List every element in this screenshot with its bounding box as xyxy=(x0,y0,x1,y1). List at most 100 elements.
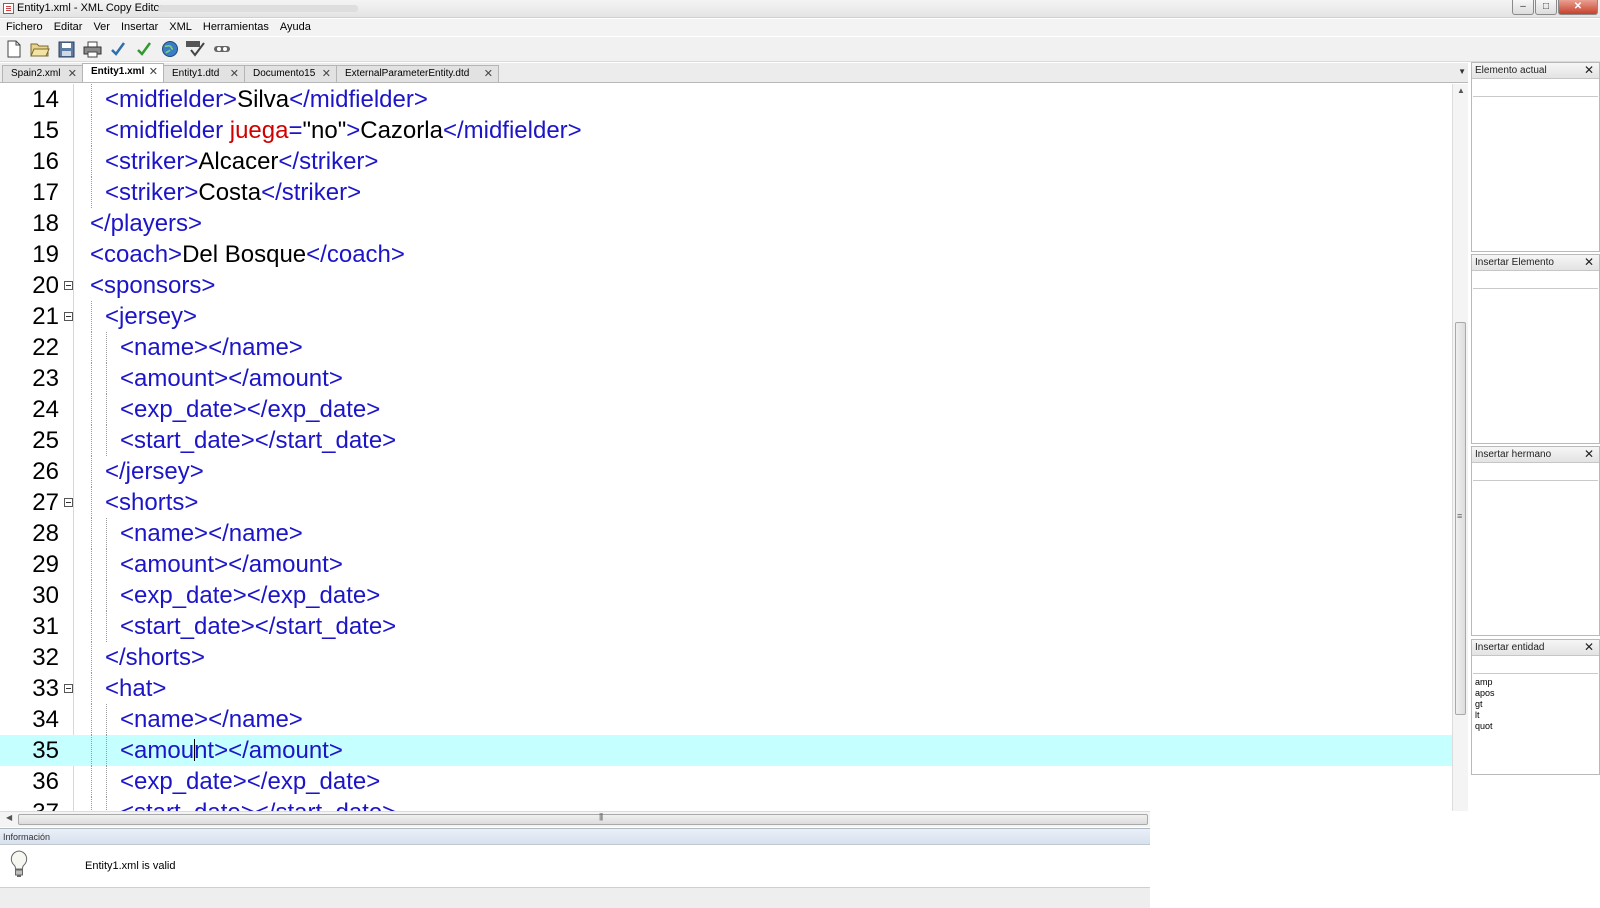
code-text[interactable]: <midfielder juega="no">Cazorla</midfield… xyxy=(105,115,582,146)
code-line[interactable]: 32 </shorts> xyxy=(0,642,1452,673)
code-text[interactable]: <coach>Del Bosque</coach> xyxy=(90,239,405,270)
code-text[interactable]: <midfielder>Silva</midfielder> xyxy=(105,84,428,115)
fold-toggle-icon[interactable] xyxy=(64,498,73,507)
code-text[interactable]: <amount></amount> xyxy=(120,735,343,766)
code-text[interactable]: <exp_date></exp_date> xyxy=(120,394,380,425)
check-wellformed-button[interactable] xyxy=(107,39,129,60)
entity-item-gt[interactable]: gt xyxy=(1475,699,1599,710)
menu-editar[interactable]: Editar xyxy=(48,19,88,36)
close-tab-icon[interactable]: ✕ xyxy=(230,67,239,82)
panel-filter-input[interactable] xyxy=(1473,657,1598,674)
entity-item-apos[interactable]: apos xyxy=(1475,688,1599,699)
tab-entity1-dtd[interactable]: Entity1.dtd ✕ xyxy=(163,65,245,82)
code-text[interactable]: <name></name> xyxy=(120,704,303,735)
panel-filter-input[interactable] xyxy=(1473,464,1598,481)
vertical-scrollbar[interactable]: ▲ xyxy=(1452,84,1468,811)
close-tab-icon[interactable]: ✕ xyxy=(68,67,77,82)
save-button[interactable] xyxy=(55,39,77,60)
code-line[interactable]: 18 </players> xyxy=(0,208,1452,239)
panel-filter-input[interactable] xyxy=(1473,80,1598,97)
scroll-left-icon[interactable]: ◀ xyxy=(6,813,12,822)
menu-insertar[interactable]: Insertar xyxy=(115,19,163,36)
code-text[interactable]: </jersey> xyxy=(105,456,204,487)
tab-list-dropdown-icon[interactable]: ▼ xyxy=(1458,67,1466,76)
fold-toggle-icon[interactable] xyxy=(64,312,73,321)
code-line[interactable]: 33 <hat> xyxy=(0,673,1452,704)
code-text[interactable]: <sponsors> xyxy=(90,270,215,301)
tab-entity1-xml[interactable]: Entity1.xml ✕ xyxy=(82,63,164,82)
close-button[interactable]: ✕ xyxy=(1558,0,1598,15)
code-text[interactable]: <jersey> xyxy=(105,301,197,332)
close-tab-icon[interactable]: ✕ xyxy=(322,67,331,82)
close-panel-icon[interactable]: ✕ xyxy=(1584,640,1594,655)
toggle-tags-button[interactable] xyxy=(211,39,233,60)
entity-item-quot[interactable]: quot xyxy=(1475,721,1599,732)
code-line[interactable]: 16 <striker>Alcacer</striker> xyxy=(0,146,1452,177)
code-line[interactable]: 36 <exp_date></exp_date> xyxy=(0,766,1452,797)
code-line[interactable]: 20 <sponsors> xyxy=(0,270,1452,301)
code-line[interactable]: 25 <start_date></start_date> xyxy=(0,425,1452,456)
fold-toggle-icon[interactable] xyxy=(64,684,73,693)
code-line[interactable]: 28 <name></name> xyxy=(0,518,1452,549)
close-panel-icon[interactable]: ✕ xyxy=(1584,255,1594,270)
code-line[interactable]: 35 <amount></amount> xyxy=(0,735,1452,766)
tab-documento15[interactable]: Documento15 ✕ xyxy=(244,65,337,82)
panel-filter-input[interactable] xyxy=(1473,272,1598,289)
code-line[interactable]: 17 <striker>Costa</striker> xyxy=(0,177,1452,208)
menu-fichero[interactable]: Fichero xyxy=(0,19,48,36)
code-line[interactable]: 34 <name></name> xyxy=(0,704,1452,735)
menu-ver[interactable]: Ver xyxy=(87,19,115,36)
code-line[interactable]: 19 <coach>Del Bosque</coach> xyxy=(0,239,1452,270)
code-text[interactable]: <exp_date></exp_date> xyxy=(120,766,380,797)
close-tab-icon[interactable]: ✕ xyxy=(484,67,493,82)
code-text[interactable]: <shorts> xyxy=(105,487,198,518)
code-text[interactable]: <name></name> xyxy=(120,518,303,549)
code-text[interactable]: <amount></amount> xyxy=(120,549,343,580)
menu-herramientas[interactable]: Herramientas xyxy=(197,19,274,36)
code-line[interactable]: 27 <shorts> xyxy=(0,487,1452,518)
code-line[interactable]: 26 </jersey> xyxy=(0,456,1452,487)
maximize-button[interactable]: □ xyxy=(1535,0,1557,15)
browser-button[interactable] xyxy=(159,39,181,60)
close-tab-icon[interactable]: ✕ xyxy=(149,65,158,80)
code-text[interactable]: <striker>Costa</striker> xyxy=(105,177,361,208)
close-panel-icon[interactable]: ✕ xyxy=(1584,447,1594,462)
print-button[interactable] xyxy=(81,39,103,60)
code-text[interactable]: <amount></amount> xyxy=(120,363,343,394)
code-text[interactable]: <hat> xyxy=(105,673,166,704)
code-line[interactable]: 29 <amount></amount> xyxy=(0,549,1452,580)
code-editor[interactable]: 14 <midfielder>Silva</midfielder> 15 <midfi… xyxy=(0,84,1468,811)
code-line[interactable]: 23 <amount></amount> xyxy=(0,363,1452,394)
horizontal-scrollbar[interactable]: ◀ xyxy=(0,811,1150,827)
tab-externalparameterentity[interactable]: ExternalParameterEntity.dtd ✕ xyxy=(336,65,499,82)
code-text[interactable]: </players> xyxy=(90,208,202,239)
code-text[interactable]: <start_date></start_date> xyxy=(120,425,396,456)
entity-item-lt[interactable]: lt xyxy=(1475,710,1599,721)
scroll-up-icon[interactable]: ▲ xyxy=(1457,86,1465,95)
code-line[interactable]: 22 <name></name> xyxy=(0,332,1452,363)
code-line[interactable]: 31 <start_date></start_date> xyxy=(0,611,1452,642)
code-text[interactable]: <striker>Alcacer</striker> xyxy=(105,146,378,177)
menu-xml[interactable]: XML xyxy=(163,19,197,36)
open-button[interactable] xyxy=(29,39,51,60)
vertical-scroll-thumb[interactable] xyxy=(1455,322,1466,715)
code-line[interactable]: 37 <start_date></start_date> xyxy=(0,797,1452,811)
spellcheck-button[interactable] xyxy=(185,39,207,60)
code-text[interactable]: </shorts> xyxy=(105,642,205,673)
code-line[interactable]: 15 <midfielder juega="no">Cazorla</midfie… xyxy=(0,115,1452,146)
code-line[interactable]: 14 <midfielder>Silva</midfielder> xyxy=(0,84,1452,115)
entity-item-amp[interactable]: amp xyxy=(1475,677,1599,688)
minimize-button[interactable]: – xyxy=(1512,0,1534,15)
code-text[interactable]: <exp_date></exp_date> xyxy=(120,580,380,611)
code-text[interactable]: <start_date></start_date> xyxy=(120,611,396,642)
code-line[interactable]: 21 <jersey> xyxy=(0,301,1452,332)
code-text[interactable]: <name></name> xyxy=(120,332,303,363)
code-line[interactable]: 24 <exp_date></exp_date> xyxy=(0,394,1452,425)
code-lines[interactable]: 14 <midfielder>Silva</midfielder> 15 <midfi… xyxy=(0,84,1452,811)
code-line[interactable]: 30 <exp_date></exp_date> xyxy=(0,580,1452,611)
tab-spain2[interactable]: Spain2.xml ✕ xyxy=(2,65,83,82)
code-text[interactable]: <start_date></start_date> xyxy=(120,797,396,811)
fold-toggle-icon[interactable] xyxy=(64,281,73,290)
validate-button[interactable] xyxy=(133,39,155,60)
horizontal-scroll-thumb[interactable] xyxy=(18,812,1148,825)
